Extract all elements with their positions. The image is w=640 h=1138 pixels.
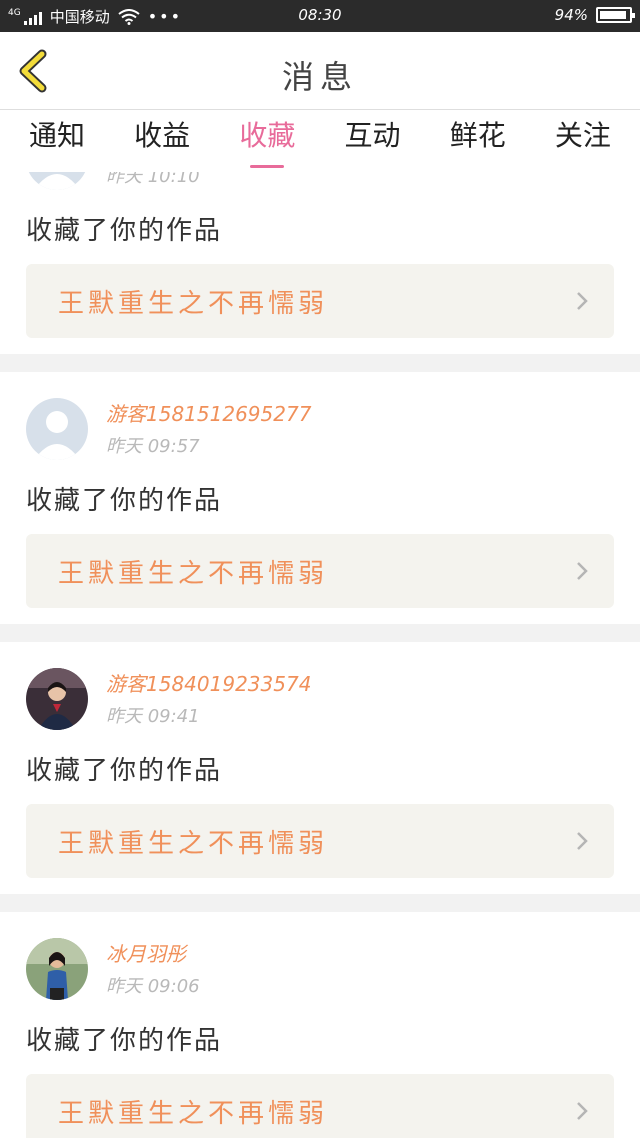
action-text: 收藏了你的作品 [26,216,223,246]
chevron-right-icon [577,832,588,850]
tab-notifications[interactable]: 通知 [22,110,92,172]
list-item[interactable]: 游客1584019233574 昨天 09:41 收藏了你的作品 王默重生之不再… [0,642,640,894]
tab-earnings[interactable]: 收益 [127,110,197,172]
list-item[interactable]: 昨天 10:10 收藏了你的作品 王默重生之不再懦弱 [0,172,640,354]
status-right: 94% [554,6,635,24]
work-title: 王默重生之不再懦弱 [58,1099,329,1129]
photo-avatar-icon [26,668,88,730]
screen: 4G 中国移动 ••• 08:30 94% 消息 通知 收益 收藏 互动 鲜花 … [0,0,640,1138]
user-row: 冰月羽彤 昨天 09:06 [26,938,616,1000]
username[interactable]: 游客1581512695277 [106,398,311,427]
tab-interactions[interactable]: 互动 [338,110,408,172]
battery-icon [596,7,635,23]
action-text: 收藏了你的作品 [26,486,223,516]
page-title: 消息 [281,58,358,96]
message-list[interactable]: 昨天 10:10 收藏了你的作品 王默重生之不再懦弱 游客15815126952… [0,172,640,1138]
tab-favorites[interactable]: 收藏 [232,110,302,172]
user-row: 游客1581512695277 昨天 09:57 [26,398,616,460]
work-link[interactable]: 王默重生之不再懦弱 [26,264,614,338]
status-time: 08:30 [298,6,342,24]
header: 消息 [0,32,640,110]
timestamp: 昨天 10:10 [106,172,200,187]
battery-fill [600,11,626,19]
timestamp: 昨天 09:41 [106,706,200,727]
avatar[interactable] [26,172,88,190]
avatar[interactable] [26,398,88,460]
tab-following[interactable]: 关注 [548,110,618,172]
action-text: 收藏了你的作品 [26,1026,223,1056]
work-title: 王默重生之不再懦弱 [58,559,329,589]
default-avatar-icon [26,172,88,190]
timestamp: 昨天 09:06 [106,976,200,997]
username[interactable]: 游客1584019233574 [106,668,311,697]
user-row: 游客1584019233574 昨天 09:41 [26,668,616,730]
battery-percent: 94% [554,6,588,24]
username[interactable]: 冰月羽彤 [106,938,186,967]
chevron-right-icon [577,562,588,580]
chevron-right-icon [577,292,588,310]
user-row: 昨天 10:10 [26,172,616,190]
message-list-inner: 昨天 10:10 收藏了你的作品 王默重生之不再懦弱 游客15815126952… [0,172,640,1138]
action-text: 收藏了你的作品 [26,756,223,786]
work-link[interactable]: 王默重生之不再懦弱 [26,534,614,608]
work-title: 王默重生之不再懦弱 [58,829,329,859]
work-link[interactable]: 王默重生之不再懦弱 [26,804,614,878]
tab-flowers[interactable]: 鲜花 [443,110,513,172]
avatar[interactable] [26,668,88,730]
photo-avatar-icon [26,938,88,1000]
work-link[interactable]: 王默重生之不再懦弱 [26,1074,614,1138]
work-title: 王默重生之不再懦弱 [58,289,329,319]
list-item[interactable]: 冰月羽彤 昨天 09:06 收藏了你的作品 王默重生之不再懦弱 [0,912,640,1138]
status-bar: 4G 中国移动 ••• 08:30 94% [0,0,640,32]
timestamp: 昨天 09:57 [106,436,200,457]
avatar[interactable] [26,938,88,1000]
list-item[interactable]: 游客1581512695277 昨天 09:57 收藏了你的作品 王默重生之不再… [0,372,640,624]
default-avatar-icon [26,398,88,460]
tab-bar: 通知 收益 收藏 互动 鲜花 关注 [0,110,640,172]
chevron-right-icon [577,1102,588,1120]
